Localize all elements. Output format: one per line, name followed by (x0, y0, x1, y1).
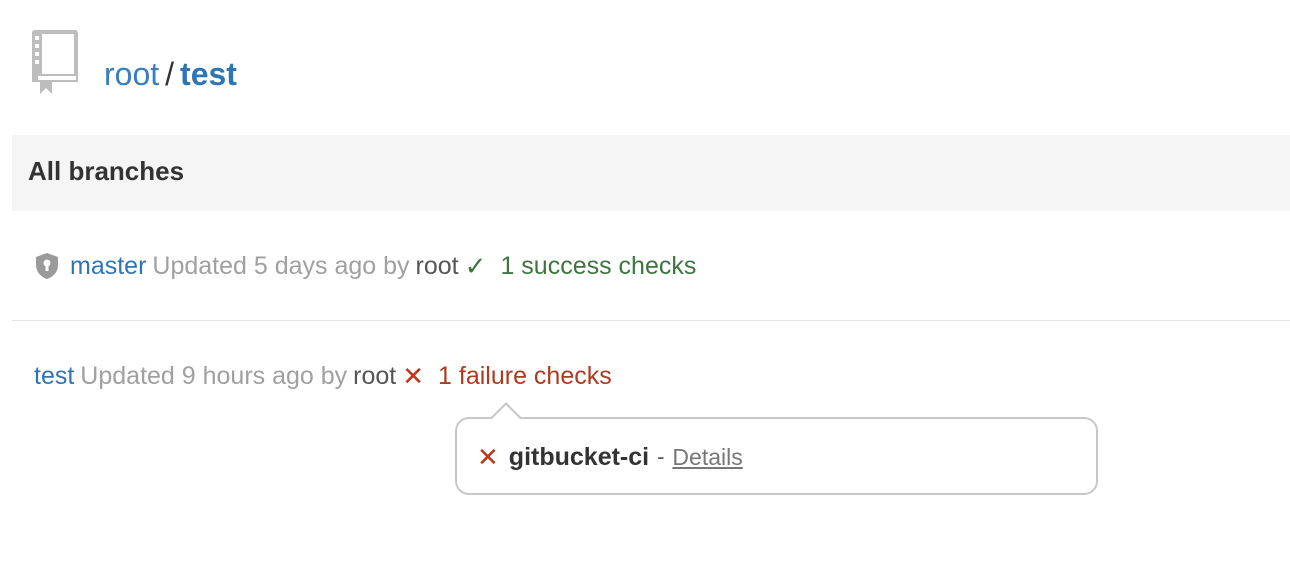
branches-panel-heading: All branches (12, 135, 1290, 211)
branch-line: master Updated 5 days ago by root ✓ 1 su… (34, 249, 696, 283)
branch-user: root (353, 362, 397, 390)
branch-line: test Updated 9 hours ago by root ✕ 1 fai… (34, 359, 612, 393)
popover-content: ✕ gitbucket-ci - Details (477, 440, 743, 474)
repo-separator: / (165, 56, 175, 92)
close-x-icon: ✕ (477, 442, 499, 472)
repo-title: root / test (104, 54, 237, 94)
separator-dash: - (657, 444, 665, 469)
repo-owner-link[interactable]: root (104, 56, 159, 92)
repo-name-link[interactable]: test (180, 56, 237, 92)
check-name: gitbucket-ci (508, 443, 650, 471)
status-checks-text[interactable]: 1 failure checks (438, 359, 612, 393)
close-x-icon: ✕ (402, 361, 425, 391)
popover-arrow-inner (492, 405, 520, 419)
branch-name-link[interactable]: master (70, 249, 146, 283)
branch-updated-text: Updated 9 hours ago by (80, 362, 348, 390)
branch-user: root (415, 252, 459, 280)
branch-updated-text: Updated 5 days ago by (152, 252, 410, 280)
branch-row-test: test Updated 9 hours ago by root ✕ 1 fai… (12, 321, 1290, 431)
checks-popover: ✕ gitbucket-ci - Details (455, 402, 1098, 495)
branch-name-link[interactable]: test (34, 359, 74, 393)
branch-row-master: master Updated 5 days ago by root ✓ 1 su… (12, 211, 1290, 321)
check-icon: ✓ (464, 251, 487, 281)
details-link[interactable]: Details (672, 440, 742, 474)
repo-header: root / test (30, 28, 237, 96)
repo-book-icon (32, 30, 78, 94)
shield-lock-icon (36, 253, 58, 279)
status-checks-text[interactable]: 1 success checks (500, 249, 696, 283)
panel-heading-title: All branches (28, 156, 185, 186)
